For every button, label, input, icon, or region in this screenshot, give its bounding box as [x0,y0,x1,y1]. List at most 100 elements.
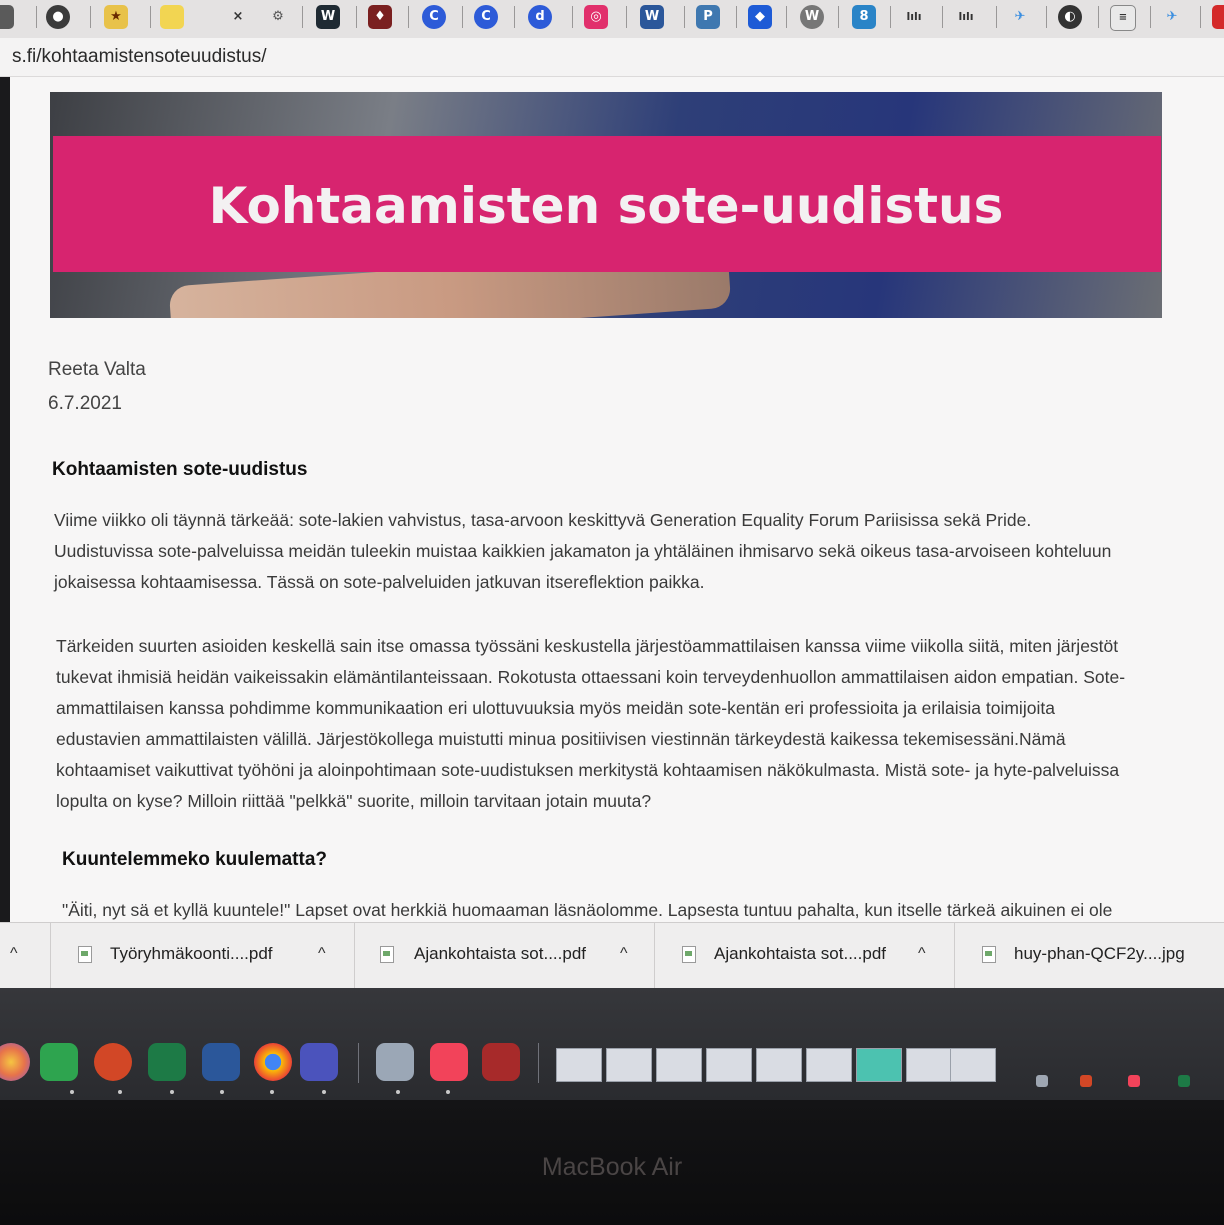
dock-running-indicator [446,1090,450,1094]
c-icon[interactable]: C [422,5,446,29]
preview-icon[interactable] [376,1043,414,1081]
dock-separator [358,1043,359,1083]
excel-icon[interactable] [148,1043,186,1081]
article-subheading: Kuuntelemmeko kuulematta? [62,849,327,870]
minimized-window-icon[interactable] [1036,1075,1048,1087]
download-item[interactable]: huy-phan-QCF2y....jpg [954,923,1224,989]
w-icon[interactable]: W [316,5,340,29]
plane-icon[interactable]: ✈ [1160,5,1184,29]
word-icon[interactable] [202,1043,240,1081]
folder-icon[interactable] [160,5,184,29]
paragraph-1: Viime viikko oli täynnä tärkeää: sote-la… [54,505,1111,598]
instagram-icon[interactable]: ◎ [584,5,608,29]
document-thumbnail[interactable] [950,1048,996,1082]
d-icon[interactable]: d [528,5,552,29]
hero-title: Kohtaamisten sote-uudistus [208,177,1004,235]
music-icon[interactable] [430,1043,468,1081]
article-heading: Kohtaamisten sote-uudistus [52,459,308,480]
chevron-up-icon[interactable]: ^ [10,945,18,963]
bookmark-separator [736,6,737,28]
document-thumbnail[interactable] [606,1048,652,1082]
bars-icon[interactable]: lılı [902,5,926,29]
address-bar[interactable]: s.fi/kohtaamistensoteuudistus/ [0,38,1224,77]
share-icon[interactable]: ⚙ [266,5,290,29]
globe-icon[interactable]: ◐ [1058,5,1082,29]
powerpoint-icon[interactable] [94,1043,132,1081]
c-icon[interactable]: C [474,5,498,29]
dictionary-icon[interactable] [482,1043,520,1081]
chevron-up-icon[interactable]: ^ [318,945,326,963]
dock-running-indicator [322,1090,326,1094]
download-filename: Työryhmäkoonti....pdf [110,944,273,963]
wordpress-icon[interactable]: W [800,5,824,29]
dock-running-indicator [170,1090,174,1094]
download-filename: Ajankohtaista sot....pdf [414,944,586,963]
document-thumbnail[interactable] [856,1048,902,1082]
file-icon [682,946,696,963]
bars-icon[interactable]: lılı [954,5,978,29]
download-item[interactable]: Ajankohtaista sot....pdf ^ [654,923,954,989]
paragraph-line: ammattilaisen kanssa pohdimme kommunikaa… [56,698,1055,718]
bookmark-separator [36,6,37,28]
music-icon[interactable] [1128,1075,1140,1087]
bookmark-separator [996,6,997,28]
plane-icon[interactable]: ✈ [1008,5,1032,29]
dock-running-indicator [270,1090,274,1094]
favorite-icon[interactable]: ● [46,5,70,29]
bookmark-separator [1200,6,1201,28]
file-icon [982,946,996,963]
document-thumbnail[interactable] [806,1048,852,1082]
dock-separator [538,1043,539,1083]
numbers-icon[interactable] [40,1043,78,1081]
document-thumbnail[interactable] [656,1048,702,1082]
bookmark-separator [786,6,787,28]
document-thumbnail[interactable] [556,1048,602,1082]
bookmark-separator [1098,6,1099,28]
download-item[interactable]: Ajankohtaista sot....pdf ^ [354,923,654,989]
paragraph-line: tukevat ihmisiä heidän vaikeissakin eläm… [56,667,1126,687]
paragraph-2: Tärkeiden suurten asioiden keskellä sain… [56,631,1125,817]
teams-icon[interactable] [300,1043,338,1081]
article-date: 6.7.2021 [48,393,122,414]
bookmark-separator [626,6,627,28]
dock-running-indicator [396,1090,400,1094]
bookmark-separator [356,6,357,28]
powerpoint-icon[interactable] [1080,1075,1092,1087]
bookmark-separator [942,6,943,28]
chevron-up-icon[interactable]: ^ [918,945,926,963]
star-icon[interactable]: ★ [104,5,128,29]
bookmark-separator [150,6,151,28]
bookmark-separator [1046,6,1047,28]
document-thumbnail[interactable] [756,1048,802,1082]
app-icon[interactable]: 8 [852,5,876,29]
list-icon[interactable]: ≡ [1110,5,1136,31]
bookmark-separator [90,6,91,28]
excel-icon[interactable] [1178,1075,1190,1087]
red-icon[interactable] [1212,5,1224,29]
dropbox-icon[interactable]: ◆ [748,5,772,29]
paragraph-line: Viime viikko oli täynnä tärkeää: sote-la… [54,510,1032,530]
word-icon[interactable]: W [640,5,664,29]
document-thumbnail[interactable] [706,1048,752,1082]
python-icon[interactable]: P [696,5,720,29]
bookmarks-bar: ● ★ × ⚙ W ♦ C C d ◎ W P ◆ W 8 lılı lılı … [0,0,1224,39]
bookmark-separator [302,6,303,28]
document-thumbnail[interactable] [906,1048,952,1082]
url-text[interactable]: s.fi/kohtaamistensoteuudistus/ [12,46,267,68]
download-item[interactable]: Työryhmäkoonti....pdf ^ [50,923,354,989]
article-author: Reeta Valta [48,359,146,380]
chevron-up-icon[interactable]: ^ [620,945,628,963]
bookmark-separator [408,6,409,28]
dock-running-indicator [118,1090,122,1094]
bookmark-separator [462,6,463,28]
download-filename: Ajankohtaista sot....pdf [714,944,886,963]
bookmark-separator [684,6,685,28]
bookmark-separator [890,6,891,28]
hero-banner: Kohtaamisten sote-uudistus [50,92,1162,318]
generic-icon[interactable] [0,5,14,29]
web-page: Kohtaamisten sote-uudistus Reeta Valta 6… [10,77,1224,922]
game-icon[interactable]: ♦ [368,5,392,29]
bookmark-separator [514,6,515,28]
close-icon[interactable]: × [226,5,250,29]
chrome-icon[interactable] [254,1043,292,1081]
